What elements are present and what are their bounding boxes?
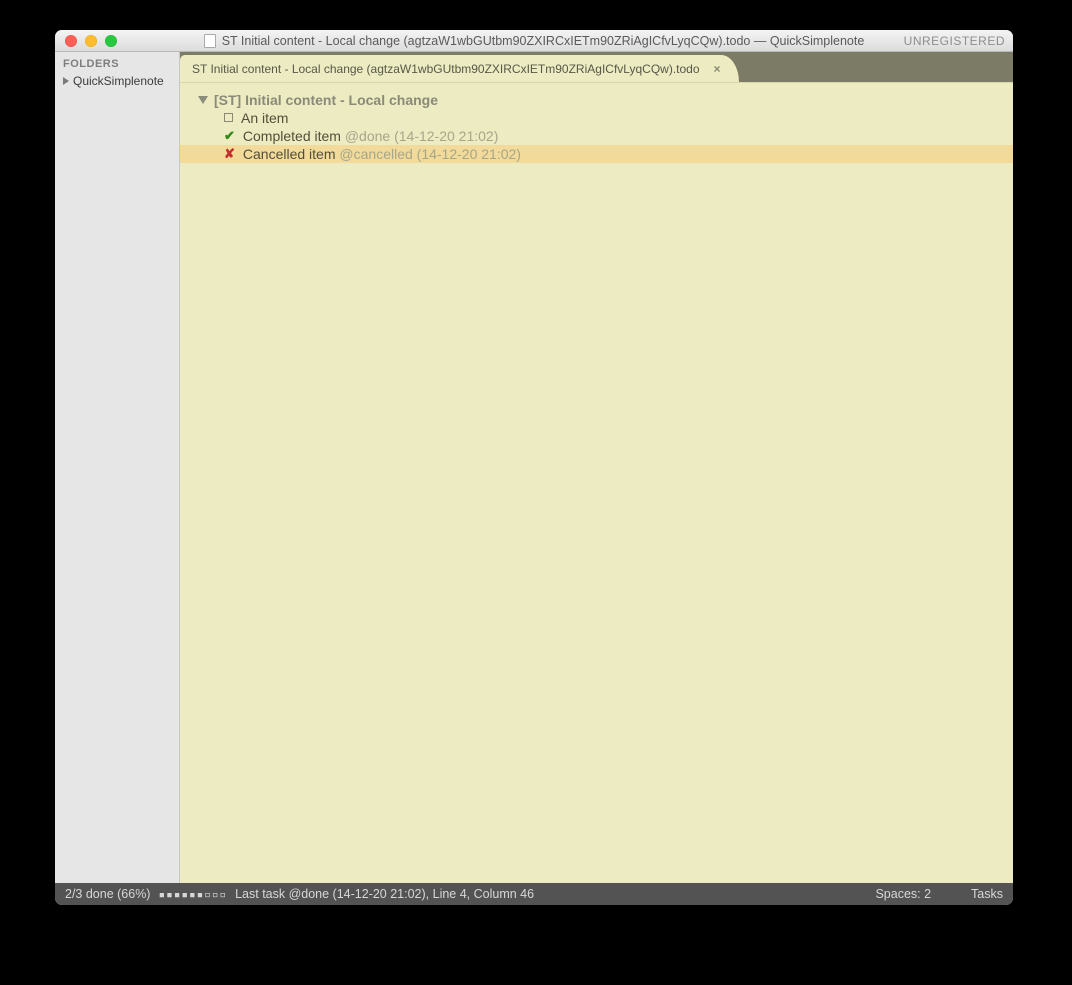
fold-toggle-icon[interactable] — [198, 96, 208, 104]
status-progress-bar: ▪▪▪▪▪▪▫▫▫ — [158, 888, 227, 901]
tab-close-icon[interactable]: × — [714, 62, 721, 76]
project-title: [ST] Initial content - Local change — [214, 92, 438, 108]
todo-annotation: @done (14-12-20 21:02) — [345, 128, 499, 144]
todo-text: Completed item — [243, 128, 341, 144]
window-zoom-button[interactable] — [105, 35, 117, 47]
todo-line[interactable]: ✘ Cancelled item @cancelled (14-12-20 21… — [180, 145, 1013, 163]
window-close-button[interactable] — [65, 35, 77, 47]
status-indentation[interactable]: Spaces: 2 — [875, 887, 931, 901]
checkbox-empty-icon[interactable] — [224, 113, 233, 122]
window-minimize-button[interactable] — [85, 35, 97, 47]
todo-text: An item — [241, 110, 288, 126]
window-title-text: ST Initial content - Local change (agtza… — [222, 34, 865, 48]
editor[interactable]: [ST] Initial content - Local change An i… — [180, 82, 1013, 883]
sidebar-item-label: QuickSimplenote — [73, 74, 164, 88]
todo-annotation: @cancelled (14-12-20 21:02) — [339, 146, 521, 162]
window-title: ST Initial content - Local change (agtza… — [55, 34, 1013, 48]
app-window: ST Initial content - Local change (agtza… — [55, 30, 1013, 905]
todo-text: Cancelled item — [243, 146, 336, 162]
checkmark-icon[interactable]: ✔ — [224, 128, 235, 144]
cross-icon[interactable]: ✘ — [224, 146, 235, 162]
file-icon — [204, 34, 216, 48]
folders-heading: FOLDERS — [63, 58, 173, 70]
status-done-count: 2/3 done (66%) — [65, 887, 150, 901]
tab-strip: ST Initial content - Local change (agtza… — [180, 52, 1013, 82]
statusbar: 2/3 done (66%) ▪▪▪▪▪▪▫▫▫ Last task @done… — [55, 883, 1013, 905]
todo-line[interactable]: ✔ Completed item @done (14-12-20 21:02) — [180, 127, 1013, 145]
file-tab[interactable]: ST Initial content - Local change (agtza… — [180, 55, 739, 82]
sidebar-item-quicksimplenote[interactable]: QuickSimplenote — [63, 74, 173, 88]
status-last-task: Last task @done (14-12-20 21:02), Line 4… — [235, 887, 534, 901]
sidebar: FOLDERS QuickSimplenote — [55, 52, 180, 883]
window-controls — [55, 35, 117, 47]
project-heading-line[interactable]: [ST] Initial content - Local change — [180, 91, 1013, 109]
titlebar: ST Initial content - Local change (agtza… — [55, 30, 1013, 52]
file-tab-label: ST Initial content - Local change (agtza… — [192, 62, 700, 76]
unregistered-label: UNREGISTERED — [904, 34, 1005, 48]
todo-line[interactable]: An item — [180, 109, 1013, 127]
status-syntax[interactable]: Tasks — [971, 887, 1003, 901]
chevron-right-icon — [63, 77, 69, 85]
editor-area: ST Initial content - Local change (agtza… — [180, 52, 1013, 883]
